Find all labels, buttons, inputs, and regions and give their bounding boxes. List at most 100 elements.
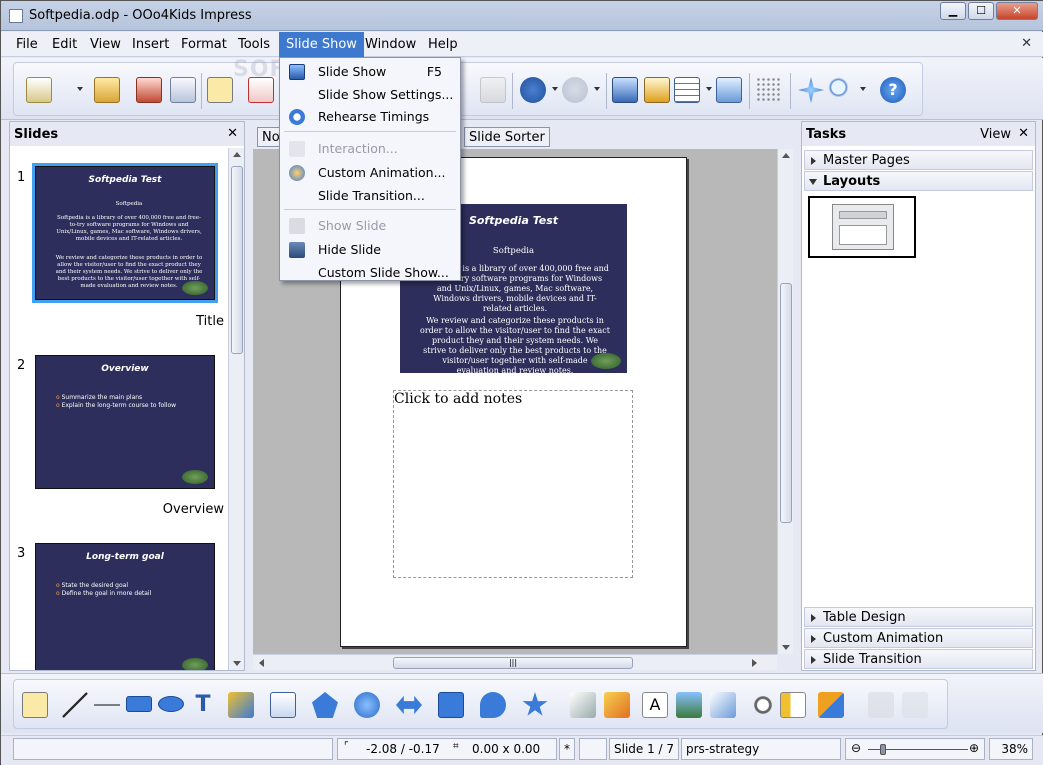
close-window-button[interactable]: ✕ [996, 2, 1038, 20]
line-icon[interactable] [62, 692, 88, 718]
extrusion-icon[interactable] [868, 692, 894, 718]
new-dropdown-icon[interactable] [77, 87, 83, 91]
text-tool-icon[interactable]: T [190, 692, 216, 718]
slide-entry-2[interactable]: 2 Overview Summarize the main plans Expl… [10, 334, 229, 519]
scroll-right-icon[interactable] [752, 659, 757, 667]
maximize-button[interactable]: ☐ [968, 2, 994, 20]
task-table-design[interactable]: Table Design [804, 607, 1033, 627]
menu-window[interactable]: Window [365, 37, 416, 52]
arrange-icon[interactable] [818, 692, 844, 718]
ellipse-icon[interactable] [158, 696, 184, 712]
insert-image-icon[interactable] [676, 692, 702, 718]
status-modified[interactable]: * [559, 738, 575, 760]
chart-icon[interactable] [644, 77, 670, 103]
undo-icon[interactable] [520, 77, 546, 103]
slide-entry-3[interactable]: 3 Long-term goal State the desired goal … [10, 522, 229, 670]
glue-points-icon[interactable] [604, 692, 630, 718]
menu-item-rehearse-timings[interactable]: Rehearse Timings [280, 106, 460, 128]
stars-icon[interactable] [522, 692, 548, 716]
tab-slide-sorter[interactable]: Slide Sorter [464, 127, 550, 147]
menu-item-slide-show[interactable]: Slide Show F5 [280, 61, 460, 83]
select-arrow-icon[interactable] [22, 692, 48, 718]
navigator-icon[interactable] [716, 77, 742, 103]
table-dropdown-icon[interactable] [706, 87, 712, 91]
scroll-left-icon[interactable] [259, 659, 264, 667]
notes-text-area[interactable]: Click to add notes [393, 390, 633, 578]
menu-slide-show[interactable]: Slide Show [279, 32, 364, 57]
connector-icon[interactable] [270, 692, 296, 718]
menu-item-hide-slide[interactable]: Hide Slide [280, 239, 460, 261]
symbol-shapes-icon[interactable] [354, 692, 380, 718]
status-signature[interactable] [579, 738, 607, 760]
minimize-button[interactable]: ▁ [940, 2, 966, 20]
snap-guides-icon[interactable] [798, 77, 824, 103]
redo-icon[interactable] [562, 77, 588, 103]
close-panel-icon[interactable]: ✕ [1018, 126, 1029, 141]
line-arrow-icon[interactable] [94, 692, 120, 718]
open-folder-icon[interactable] [94, 77, 120, 103]
menu-item-custom-animation[interactable]: Custom Animation... [280, 162, 460, 184]
interaction-icon[interactable] [902, 692, 928, 718]
slides-scrollbar[interactable] [228, 148, 244, 670]
undo-dropdown-icon[interactable] [552, 87, 558, 91]
table-icon[interactable] [674, 77, 700, 103]
menu-tools[interactable]: Tools [238, 37, 270, 52]
slide-thumbnail[interactable]: Overview Summarize the main plans Explai… [35, 355, 215, 489]
edit-file-icon[interactable] [207, 77, 233, 103]
zoom-out-icon[interactable]: ⊖ [851, 741, 861, 755]
layout-title-content[interactable] [808, 196, 916, 258]
task-layouts[interactable]: Layouts [804, 171, 1033, 191]
zoom-dropdown-icon[interactable] [860, 87, 866, 91]
task-custom-animation[interactable]: Custom Animation [804, 628, 1033, 648]
fontwork-icon[interactable]: A [642, 692, 668, 718]
zoom-slider[interactable]: ⊖ ⊕ [845, 738, 985, 760]
zoom-icon[interactable] [828, 77, 854, 103]
email-icon[interactable] [170, 77, 196, 103]
zoom-in-icon[interactable]: ⊕ [969, 741, 979, 755]
menu-format[interactable]: Format [181, 37, 227, 52]
help-icon[interactable]: ? [880, 77, 906, 103]
redo-dropdown-icon[interactable] [594, 87, 600, 91]
menu-file[interactable]: File [16, 37, 38, 52]
scroll-up-icon[interactable] [233, 152, 241, 157]
save-icon[interactable] [136, 77, 162, 103]
scroll-down-icon[interactable] [233, 661, 241, 666]
callouts-icon[interactable] [480, 692, 506, 718]
rectangle-icon[interactable] [126, 696, 152, 712]
tasks-view-menu[interactable]: View [980, 127, 1011, 142]
display-grid-icon[interactable] [612, 77, 638, 103]
menu-item-custom-slide-show[interactable]: Custom Slide Show... [280, 262, 460, 284]
rotate-icon[interactable] [750, 692, 776, 718]
menu-edit[interactable]: Edit [52, 37, 77, 52]
scrollbar-thumb[interactable]: ||| [393, 657, 633, 669]
curve-icon[interactable] [228, 692, 254, 718]
menu-item-slide-show-settings[interactable]: Slide Show Settings... [280, 84, 460, 106]
new-document-icon[interactable] [26, 77, 52, 103]
menu-view[interactable]: View [90, 37, 121, 52]
scrollbar-thumb[interactable] [231, 166, 243, 354]
scroll-up-icon[interactable] [782, 153, 790, 158]
flowchart-icon[interactable] [438, 692, 464, 718]
block-arrows-icon[interactable] [396, 695, 422, 715]
scrollbar-thumb[interactable] [780, 283, 792, 523]
canvas-horizontal-scrollbar[interactable]: ||| [253, 654, 777, 670]
format-paintbrush-icon[interactable] [480, 77, 506, 103]
task-slide-transition[interactable]: Slide Transition [804, 649, 1033, 669]
menu-help[interactable]: Help [428, 37, 458, 52]
slide-entry-1[interactable]: 1 Softpedia Test Softpedia Softpedia is … [10, 148, 229, 333]
alignment-icon[interactable] [780, 692, 806, 718]
zoom-handle[interactable] [880, 744, 886, 755]
task-master-pages[interactable]: Master Pages [804, 150, 1033, 170]
zoom-percent[interactable]: 38% [989, 738, 1033, 760]
close-panel-icon[interactable]: ✕ [227, 126, 238, 141]
grid-icon[interactable] [756, 77, 782, 103]
canvas-vertical-scrollbar[interactable] [777, 149, 793, 654]
close-document-icon[interactable]: ✕ [1021, 36, 1032, 51]
points-icon[interactable] [570, 692, 596, 718]
slide-thumbnail[interactable]: Long-term goal State the desired goal De… [35, 543, 215, 670]
menu-insert[interactable]: Insert [132, 37, 169, 52]
slide-thumbnail[interactable]: Softpedia Test Softpedia Softpedia is a … [32, 163, 218, 303]
gallery-icon[interactable] [710, 692, 736, 718]
menu-item-slide-transition[interactable]: Slide Transition... [280, 185, 460, 207]
scroll-down-icon[interactable] [782, 645, 790, 650]
